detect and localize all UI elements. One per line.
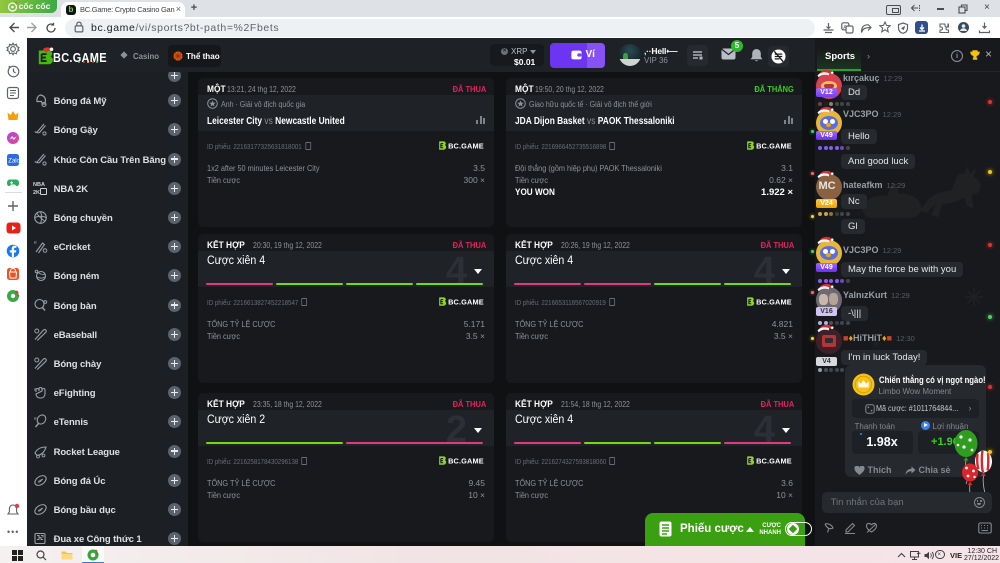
svg-text:BC.GAME: BC.GAME <box>756 141 792 150</box>
svg-text:e: e <box>34 240 37 246</box>
svg-text:e: e <box>34 416 37 422</box>
svg-text:A: A <box>843 25 847 31</box>
svg-text:e: e <box>34 387 37 393</box>
svg-text:BC.GAME: BC.GAME <box>448 456 484 465</box>
svg-text:BC.GAME: BC.GAME <box>756 456 792 465</box>
svg-text:BC.GAME: BC.GAME <box>448 141 484 150</box>
svg-text:Zalo: Zalo <box>8 159 20 165</box>
svg-text:BC.GAME: BC.GAME <box>448 297 484 306</box>
svg-text:BC.GAME: BC.GAME <box>756 297 792 306</box>
